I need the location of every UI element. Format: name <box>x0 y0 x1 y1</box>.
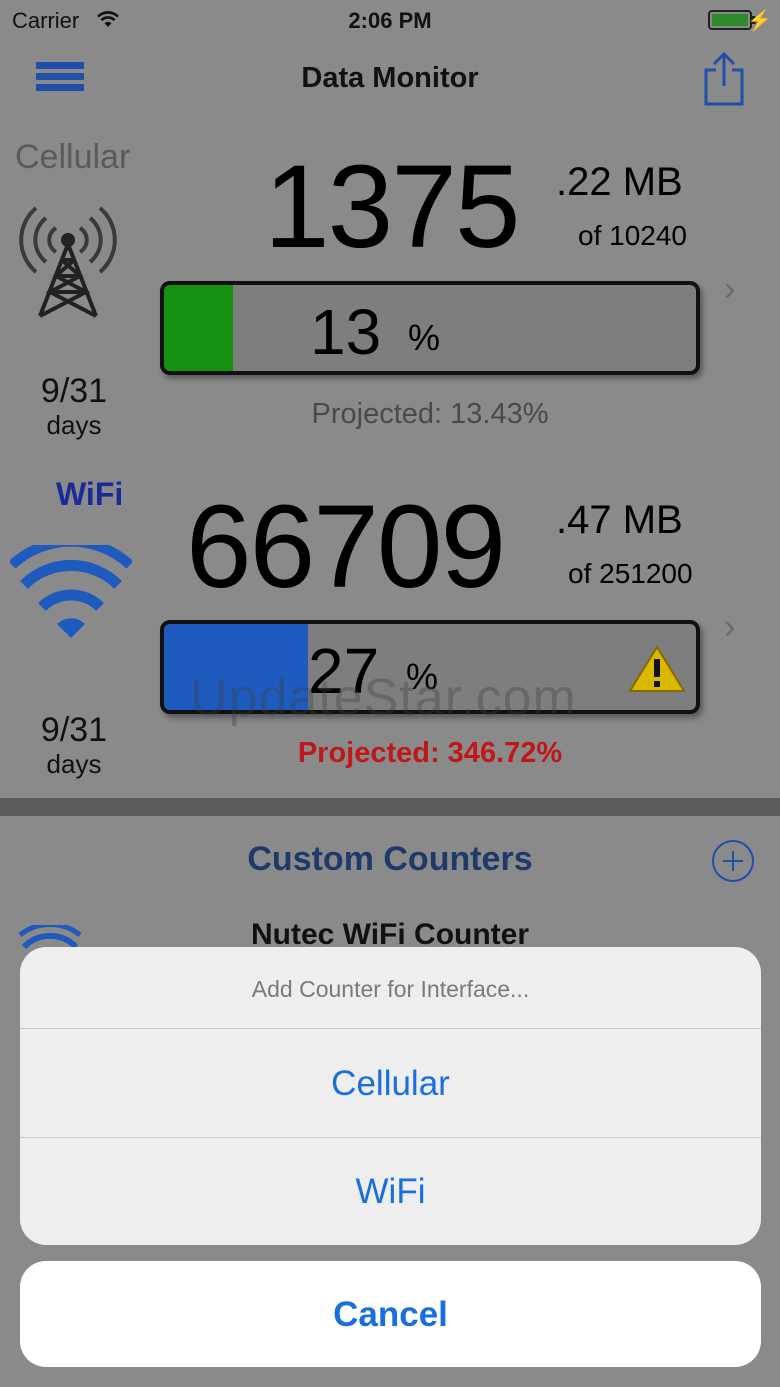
wifi-chevron-icon[interactable]: › <box>724 608 735 647</box>
status-bar: Carrier 2:06 PM ⚡ <box>0 0 780 40</box>
cellular-percent: 13 <box>310 296 382 368</box>
section-divider <box>0 798 780 816</box>
wifi-days-label: days <box>46 749 102 779</box>
page-title: Data Monitor <box>301 62 479 94</box>
wifi-days: 9/31 <box>40 711 108 749</box>
option-wifi-button[interactable]: WiFi <box>20 1138 761 1245</box>
watermark: UpdateStar.com <box>190 669 577 727</box>
charging-icon: ⚡ <box>747 10 772 32</box>
clock: 2:06 PM <box>348 8 432 33</box>
cellular-used-decimal: .22 MB <box>556 160 683 204</box>
cancel-button[interactable]: Cancel <box>20 1261 761 1367</box>
wifi-label: WiFi <box>56 476 124 512</box>
option-cellular-button[interactable]: Cellular <box>20 1030 761 1138</box>
wifi-icon <box>10 545 132 638</box>
cellular-chevron-icon[interactable]: › <box>724 270 735 309</box>
cellular-projected: Projected: 13.43% <box>311 398 549 430</box>
wifi-used-whole: 66709 <box>186 481 506 613</box>
action-sheet-title: Add Counter for Interface... <box>20 947 761 1029</box>
share-icon[interactable] <box>702 50 746 106</box>
warning-icon <box>628 645 686 692</box>
cellular-percent-symbol: % <box>408 317 441 358</box>
wifi-projected: Projected: 346.72% <box>297 737 563 769</box>
wifi-limit: of 251200 <box>568 558 693 589</box>
cellular-progress-bar: 13 % <box>160 281 700 375</box>
nav-bar: Data Monitor <box>0 40 780 116</box>
cellular-used-whole: 1375 <box>264 141 521 273</box>
battery-icon <box>708 10 752 30</box>
cellular-days-label: days <box>46 410 102 440</box>
cellular-limit: of 10240 <box>578 220 687 251</box>
add-circle-icon[interactable] <box>712 840 754 882</box>
custom-counters-title: Custom Counters <box>247 840 533 878</box>
cell-tower-icon <box>19 206 117 318</box>
cellular-label: Cellular <box>15 138 131 176</box>
wifi-used-decimal: .47 MB <box>556 498 683 542</box>
cellular-progress-fill <box>164 285 234 371</box>
cellular-days: 9/31 <box>40 372 108 410</box>
action-sheet: Add Counter for Interface... Cellular Wi… <box>20 947 761 1245</box>
